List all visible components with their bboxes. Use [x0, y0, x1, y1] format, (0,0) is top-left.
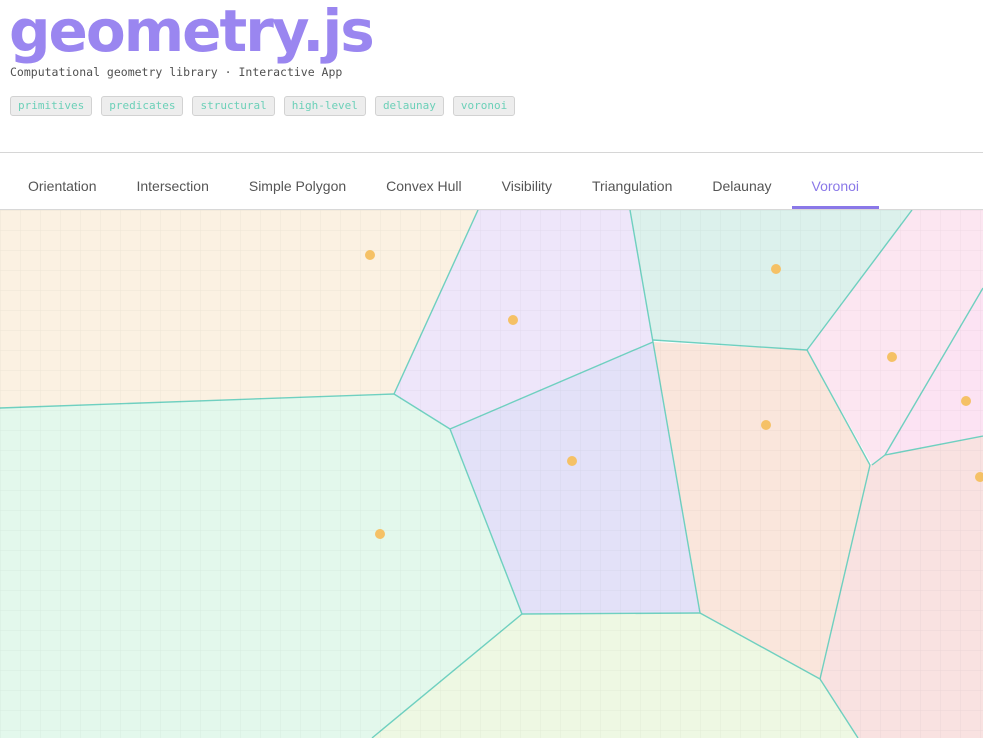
tab-voronoi[interactable]: Voronoi [791, 165, 879, 209]
tab-delaunay[interactable]: Delaunay [692, 165, 791, 209]
logo: geometry.js [9, 0, 375, 65]
voronoi-canvas[interactable] [0, 210, 983, 738]
header-divider [0, 152, 983, 153]
tab-intersection[interactable]: Intersection [116, 165, 228, 209]
voronoi-site-point[interactable] [365, 250, 375, 260]
tag-structural[interactable]: structural [192, 96, 275, 116]
tab-convex-hull[interactable]: Convex Hull [366, 165, 481, 209]
voronoi-site-point[interactable] [761, 420, 771, 430]
tag-high-level[interactable]: high-level [283, 96, 366, 116]
tab-triangulation[interactable]: Triangulation [572, 165, 692, 209]
voronoi-site-point[interactable] [771, 264, 781, 274]
voronoi-site-point[interactable] [567, 456, 577, 466]
subtitle: Computational geometry library · Interac… [10, 65, 343, 79]
tab-bar: Orientation Intersection Simple Polygon … [0, 165, 983, 209]
tag-voronoi[interactable]: voronoi [452, 96, 516, 116]
tag-delaunay[interactable]: delaunay [374, 96, 444, 116]
tab-visibility[interactable]: Visibility [482, 165, 572, 209]
voronoi-site-point[interactable] [375, 529, 385, 539]
voronoi-site-point[interactable] [508, 315, 518, 325]
tag-list: primitives predicates structural high-le… [10, 96, 516, 116]
tab-orientation[interactable]: Orientation [8, 165, 116, 209]
tag-predicates[interactable]: predicates [101, 96, 184, 116]
tag-primitives[interactable]: primitives [10, 96, 93, 116]
voronoi-site-point[interactable] [961, 396, 971, 406]
grid [0, 210, 983, 738]
app-header: geometry.js Computational geometry libra… [0, 0, 983, 152]
voronoi-site-point[interactable] [887, 352, 897, 362]
tab-simple-polygon[interactable]: Simple Polygon [229, 165, 366, 209]
